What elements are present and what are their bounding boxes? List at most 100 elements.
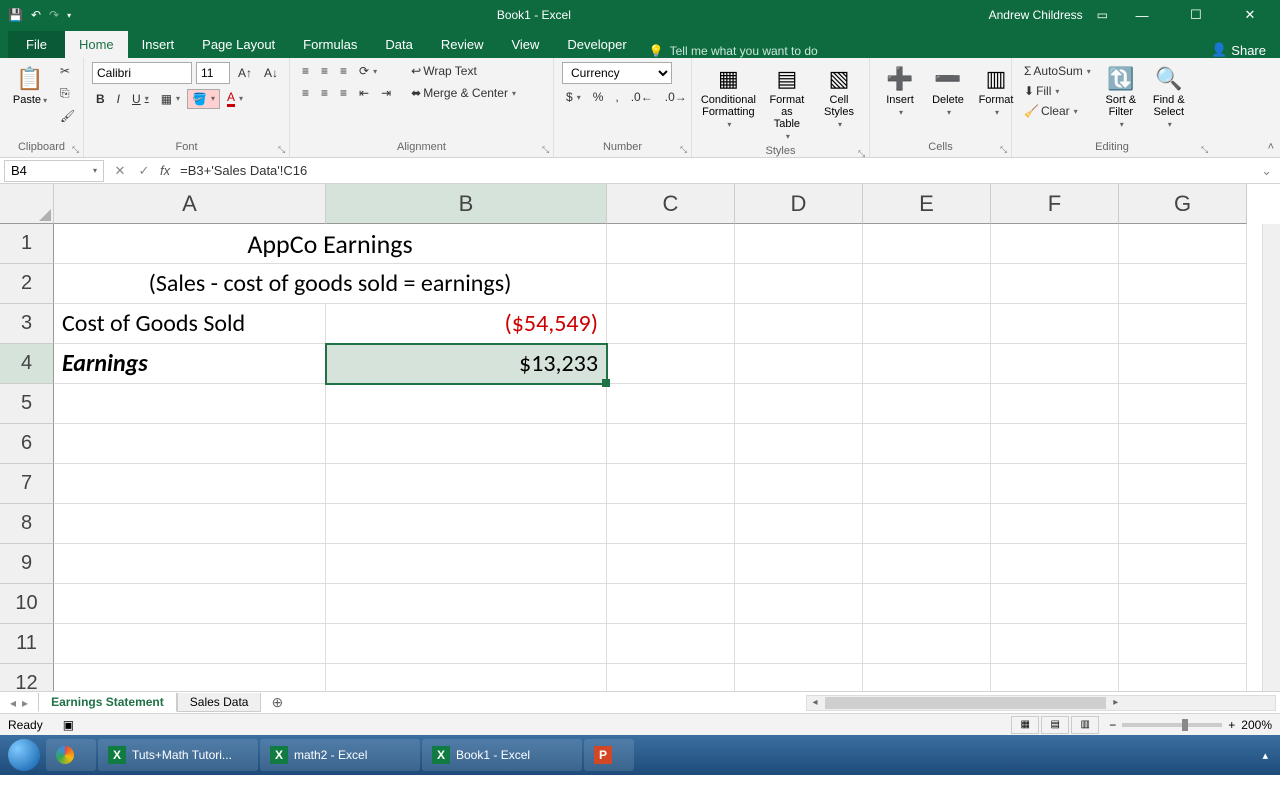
column-header-C[interactable]: C xyxy=(607,184,735,224)
cell-F4[interactable] xyxy=(991,344,1119,384)
cell-C11[interactable] xyxy=(607,624,735,664)
hscroll-left[interactable]: ◂ xyxy=(807,697,823,708)
cell-D1[interactable] xyxy=(735,224,863,264)
name-box[interactable]: B4 xyxy=(4,160,104,182)
column-header-F[interactable]: F xyxy=(991,184,1119,224)
cell-E2[interactable] xyxy=(863,264,991,304)
cell-D7[interactable] xyxy=(735,464,863,504)
cell-C6[interactable] xyxy=(607,424,735,464)
hscroll-right[interactable]: ▸ xyxy=(1108,697,1124,708)
cell-E6[interactable] xyxy=(863,424,991,464)
cell-C9[interactable] xyxy=(607,544,735,584)
cell-A5[interactable] xyxy=(54,384,326,424)
percent-button[interactable]: % xyxy=(589,88,608,106)
cell-A7[interactable] xyxy=(54,464,326,504)
cell-F8[interactable] xyxy=(991,504,1119,544)
column-header-G[interactable]: G xyxy=(1119,184,1247,224)
cell-B7[interactable] xyxy=(326,464,607,504)
taskbar-book1[interactable]: X Book1 - Excel xyxy=(422,739,582,771)
column-header-A[interactable]: A xyxy=(54,184,326,224)
shrink-font-button[interactable]: A↓ xyxy=(260,64,282,82)
tab-insert[interactable]: Insert xyxy=(128,31,189,58)
cell-F9[interactable] xyxy=(991,544,1119,584)
page-break-view-button[interactable]: ▥ xyxy=(1071,716,1099,734)
cell-D6[interactable] xyxy=(735,424,863,464)
cell-A1[interactable]: AppCo Earnings xyxy=(54,224,607,264)
align-middle-button[interactable]: ≡ xyxy=(317,62,332,80)
vertical-scrollbar[interactable] xyxy=(1262,224,1280,691)
tab-data[interactable]: Data xyxy=(371,31,426,58)
font-color-button[interactable]: A xyxy=(223,88,247,109)
tab-page-layout[interactable]: Page Layout xyxy=(188,31,289,58)
maximize-button[interactable]: ☐ xyxy=(1176,7,1216,23)
align-right-button[interactable]: ≡ xyxy=(336,84,351,102)
cell-G3[interactable] xyxy=(1119,304,1247,344)
cell-E10[interactable] xyxy=(863,584,991,624)
cell-F10[interactable] xyxy=(991,584,1119,624)
macro-record-icon[interactable]: ▣ xyxy=(63,718,74,732)
fill-button[interactable]: ⬇ Fill xyxy=(1020,82,1095,100)
find-select-button[interactable]: 🔍 Find & Select xyxy=(1147,62,1191,133)
font-size-selector[interactable] xyxy=(196,62,230,84)
cell-B11[interactable] xyxy=(326,624,607,664)
cell-D8[interactable] xyxy=(735,504,863,544)
italic-button[interactable]: I xyxy=(113,90,124,108)
cell-F7[interactable] xyxy=(991,464,1119,504)
zoom-level[interactable]: 200% xyxy=(1241,718,1272,732)
system-tray[interactable]: ▴ xyxy=(1262,749,1276,762)
save-icon[interactable]: 💾 xyxy=(8,8,23,22)
cell-A2[interactable]: (Sales - cost of goods sold = earnings) xyxy=(54,264,607,304)
orientation-button[interactable]: ⟳ xyxy=(355,62,381,80)
cell-styles-button[interactable]: ▧ Cell Styles xyxy=(817,62,861,133)
cell-G8[interactable] xyxy=(1119,504,1247,544)
taskbar-tuts[interactable]: X Tuts+Math Tutori... xyxy=(98,739,258,771)
cell-D9[interactable] xyxy=(735,544,863,584)
select-all-corner[interactable] xyxy=(0,184,54,224)
cell-F5[interactable] xyxy=(991,384,1119,424)
decrease-decimal-button[interactable]: .0→ xyxy=(661,88,691,106)
cut-button[interactable]: ✂ xyxy=(56,62,79,80)
cell-B8[interactable] xyxy=(326,504,607,544)
cell-A6[interactable] xyxy=(54,424,326,464)
zoom-in-button[interactable]: + xyxy=(1228,718,1235,732)
accounting-format-button[interactable]: $ xyxy=(562,88,585,106)
taskbar-math2[interactable]: X math2 - Excel xyxy=(260,739,420,771)
cell-G9[interactable] xyxy=(1119,544,1247,584)
normal-view-button[interactable]: ▦ xyxy=(1011,716,1039,734)
hscroll-thumb[interactable] xyxy=(825,697,1106,709)
row-header-6[interactable]: 6 xyxy=(0,424,54,464)
cell-A4[interactable]: Earnings xyxy=(54,344,326,384)
column-header-D[interactable]: D xyxy=(735,184,863,224)
collapse-ribbon-icon[interactable]: ˄ xyxy=(1268,141,1274,153)
add-sheet-button[interactable]: ⊕ xyxy=(261,694,293,711)
cell-B6[interactable] xyxy=(326,424,607,464)
row-header-4[interactable]: 4 xyxy=(0,344,54,384)
tab-file[interactable]: File xyxy=(8,31,65,58)
close-button[interactable]: ✕ xyxy=(1230,7,1270,23)
tab-home[interactable]: Home xyxy=(65,31,128,58)
row-header-7[interactable]: 7 xyxy=(0,464,54,504)
qat-more-icon[interactable]: ▾ xyxy=(67,11,71,20)
row-header-2[interactable]: 2 xyxy=(0,264,54,304)
font-name-selector[interactable] xyxy=(92,62,192,84)
expand-formula-bar-icon[interactable]: ⌄ xyxy=(1253,163,1280,179)
cell-B3[interactable]: ($54,549) xyxy=(326,304,607,344)
cell-C3[interactable] xyxy=(607,304,735,344)
column-header-E[interactable]: E xyxy=(863,184,991,224)
cell-B10[interactable] xyxy=(326,584,607,624)
comma-button[interactable]: , xyxy=(611,88,622,106)
cell-A10[interactable] xyxy=(54,584,326,624)
row-header-9[interactable]: 9 xyxy=(0,544,54,584)
cell-G7[interactable] xyxy=(1119,464,1247,504)
outdent-button[interactable]: ⇤ xyxy=(355,84,373,102)
cell-E12[interactable] xyxy=(863,664,991,691)
user-name[interactable]: Andrew Childress xyxy=(989,8,1083,22)
sort-filter-button[interactable]: 🔃 Sort & Filter xyxy=(1099,62,1143,133)
cell-G11[interactable] xyxy=(1119,624,1247,664)
horizontal-scrollbar[interactable]: ◂ ▸ xyxy=(806,695,1276,711)
taskbar-powerpoint[interactable]: P xyxy=(584,739,634,771)
insert-cells-button[interactable]: ➕ Insert xyxy=(878,62,922,121)
cell-G5[interactable] xyxy=(1119,384,1247,424)
cell-F11[interactable] xyxy=(991,624,1119,664)
merge-center-button[interactable]: ⬌ Merge & Center xyxy=(407,84,520,102)
